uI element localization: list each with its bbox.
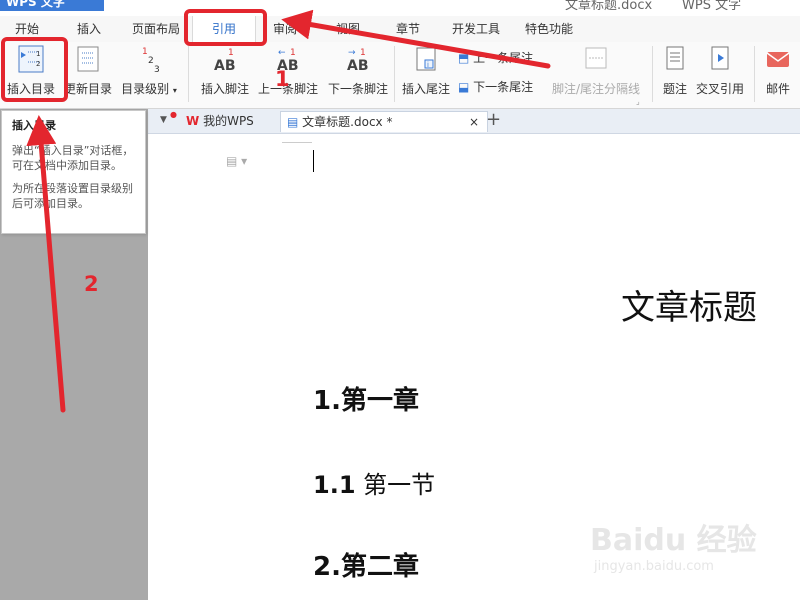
- watermark-url: jingyan.baidu.com: [594, 559, 714, 574]
- annotation-arrows: [26, 9, 551, 413]
- watermark-brand: Baidu 经验: [590, 523, 757, 558]
- arrow-to-references-tab: [281, 9, 551, 69]
- arrow-to-insert-toc: [26, 115, 66, 413]
- baidu-watermark: Baidu 经验 jingyan.baidu.com: [590, 515, 757, 574]
